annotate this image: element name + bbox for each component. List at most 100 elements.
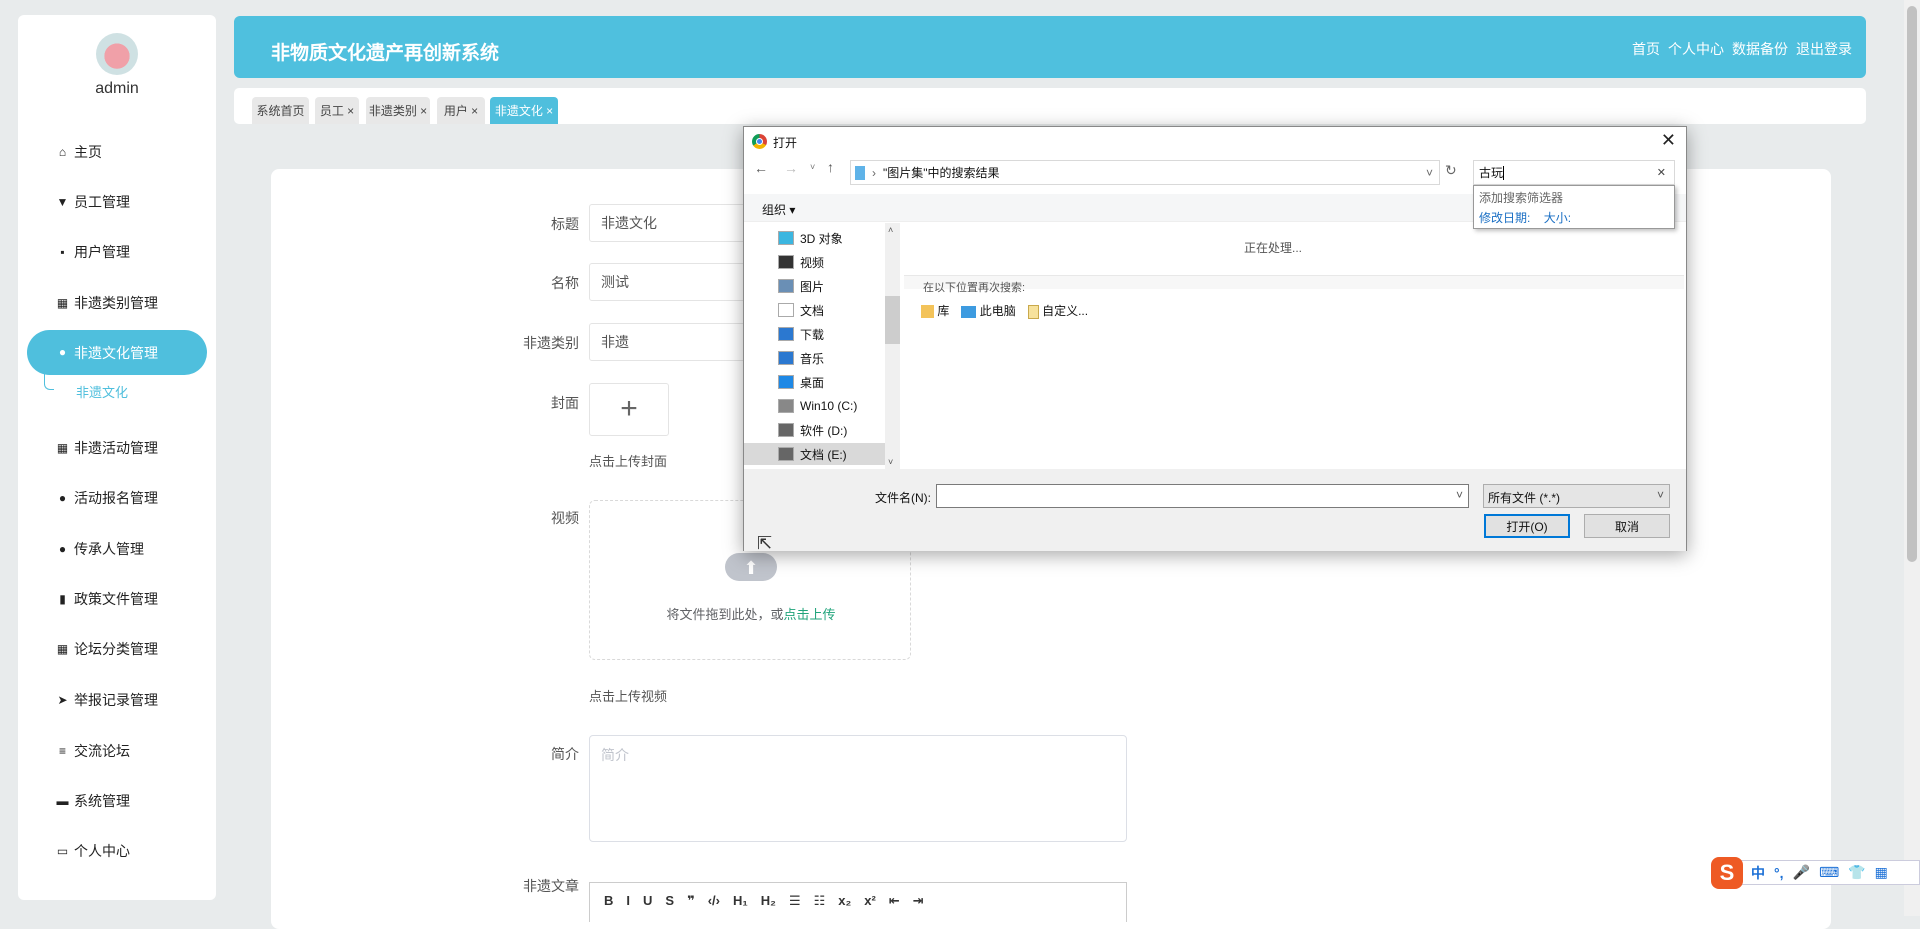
sidebar-item-4[interactable]: ● 非遗文化管理 [27, 330, 207, 375]
dropzone-text: 将文件拖到此处，或 [666, 607, 784, 622]
sidebar-item-11[interactable]: ≡ 交流论坛 [56, 740, 130, 762]
sidebar-item-8[interactable]: ▮ 政策文件管理 [56, 588, 158, 610]
link-profile[interactable]: 个人中心 [1668, 39, 1724, 59]
avatar[interactable] [96, 33, 138, 75]
tab-users[interactable]: 用户 × [437, 97, 485, 124]
ime-toolbar: S 中 °, 🎤 ⌨ 👕 ▦ [1711, 857, 1920, 889]
back-icon[interactable]: ← [754, 160, 768, 176]
location-this-pc[interactable]: 此电脑 [961, 302, 1016, 319]
nav-pane-item[interactable]: 文档 [778, 299, 824, 321]
nav-scrollbar[interactable]: ˄ ˅ [885, 223, 900, 469]
open-button[interactable]: 打开(O) [1484, 514, 1570, 538]
editor-tool-9[interactable]: ☷ [814, 893, 826, 909]
forward-icon[interactable]: → [784, 160, 798, 176]
nav-pane-item[interactable]: 软件 (D:) [778, 419, 847, 441]
keyboard-icon[interactable]: ⌨ [1819, 864, 1839, 881]
filename-input[interactable]: ˅ [936, 484, 1469, 508]
grid-icon: ▦ [56, 641, 69, 656]
folder-icon [778, 447, 794, 461]
rich-text-editor[interactable]: B I U S ❞ ‹/› H₁ H₂ ☰ ☷ x₂ x² ⇤ ⇥ [589, 882, 1127, 922]
sidebar-item-3[interactable]: ▦ 非遗类别管理 [56, 292, 158, 314]
category-select[interactable]: 非遗 [589, 323, 749, 361]
sidebar-item-6[interactable]: ● 活动报名管理 [56, 487, 158, 509]
location-custom[interactable]: 自定义... [1027, 302, 1088, 319]
intro-textarea[interactable]: 简介 [589, 735, 1127, 842]
editor-tool-3[interactable]: S [665, 893, 674, 909]
tabs-bar: 系统首页 员工 × 非遗类别 × 用户 × 非遗文化 × [234, 88, 1866, 124]
nav-pane-item[interactable]: 图片 [778, 275, 824, 297]
sidebar-item-9[interactable]: ▦ 论坛分类管理 [56, 638, 158, 660]
link-backup[interactable]: 数据备份 [1732, 39, 1788, 59]
ime-punctuation[interactable]: °, [1774, 865, 1784, 881]
up-icon[interactable]: ↑ [827, 159, 834, 175]
editor-tool-4[interactable]: ❞ [687, 893, 695, 909]
recent-dropdown-icon[interactable]: ˅ [810, 162, 815, 172]
page-scrollbar[interactable] [1904, 0, 1920, 916]
address-bar[interactable]: › "图片集"中的搜索结果 ˅ [850, 160, 1440, 185]
toolbox-icon[interactable]: ▦ [1875, 864, 1888, 881]
chrome-icon [752, 134, 767, 149]
nav-pane-label: 3D 对象 [800, 231, 843, 246]
filter-modified-date[interactable]: 修改日期: [1479, 211, 1530, 225]
nav-pane-label: 视频 [800, 255, 825, 270]
sidebar-item-0[interactable]: ⌂ 主页 [56, 141, 102, 163]
editor-tool-0[interactable]: B [604, 893, 613, 909]
editor-tool-12[interactable]: ⇤ [889, 893, 900, 909]
title-input[interactable]: 非遗文化 [589, 204, 749, 242]
editor-tool-11[interactable]: x² [864, 893, 876, 909]
tab-heritage-category[interactable]: 非遗类别 × [366, 97, 430, 124]
ime-chinese-mode[interactable]: 中 [1751, 863, 1765, 883]
cover-upload-button[interactable]: + [589, 383, 669, 436]
nav-pane-item[interactable]: 音乐 [778, 347, 824, 369]
sidebar-item-12[interactable]: ▬ 系统管理 [56, 790, 131, 812]
filetype-select[interactable]: 所有文件 (*.*) ˅ [1483, 484, 1670, 508]
close-icon[interactable]: ✕ [1661, 130, 1676, 151]
nav-pane-item[interactable]: 文档 (E:) [744, 443, 885, 465]
editor-tool-7[interactable]: H₂ [761, 893, 776, 909]
editor-tool-5[interactable]: ‹/› [708, 893, 720, 909]
editor-tool-13[interactable]: ⇥ [913, 893, 924, 909]
editor-tool-6[interactable]: H₁ [733, 893, 748, 909]
sidebar-item-label: 交流论坛 [74, 743, 130, 759]
nav-pane-label: 软件 (D:) [800, 423, 848, 438]
nav-pane-item[interactable]: 下载 [778, 323, 824, 345]
sidebar-subitem-heritage-culture[interactable]: 非遗文化 [76, 382, 128, 401]
nav-pane-item[interactable]: 桌面 [778, 371, 824, 393]
search-input[interactable]: 古玩 ✕ [1473, 160, 1675, 185]
skin-icon[interactable]: 👕 [1848, 864, 1865, 881]
editor-tool-1[interactable]: I [626, 893, 630, 909]
nav-pane-item[interactable]: Win10 (C:) [778, 395, 857, 417]
filter-size[interactable]: 大小: [1544, 211, 1571, 225]
link-home[interactable]: 首页 [1632, 39, 1660, 59]
name-input[interactable]: 测试 [589, 263, 749, 301]
sidebar-item-label: 传承人管理 [74, 541, 144, 557]
tab-staff[interactable]: 员工 × [315, 97, 359, 124]
click-upload-link[interactable]: 点击上传 [784, 607, 836, 622]
sidebar-item-7[interactable]: ● 传承人管理 [56, 538, 144, 560]
tab-system-home[interactable]: 系统首页 [252, 97, 309, 124]
sidebar-item-13[interactable]: ▭ 个人中心 [56, 840, 130, 862]
location-library[interactable]: 库 [921, 302, 949, 319]
chat-icon: ▪ [60, 244, 65, 259]
clear-search-icon[interactable]: ✕ [1657, 166, 1666, 179]
sidebar-item-10[interactable]: ➤ 举报记录管理 [56, 689, 158, 711]
nav-pane-item[interactable]: 3D 对象 [778, 227, 843, 249]
sidebar-item-5[interactable]: ▦ 非遗活动管理 [56, 437, 158, 459]
editor-tool-10[interactable]: x₂ [838, 893, 851, 909]
address-dropdown-icon[interactable]: ˅ [1426, 166, 1433, 180]
microphone-icon[interactable]: 🎤 [1793, 864, 1810, 881]
organize-button[interactable]: 组织 ▾ [762, 201, 795, 218]
editor-tool-2[interactable]: U [643, 893, 652, 909]
cancel-button[interactable]: 取消 [1584, 514, 1670, 538]
sidebar-item-2[interactable]: ▪ 用户管理 [56, 241, 130, 263]
link-logout[interactable]: 退出登录 [1796, 39, 1852, 59]
search-again-label: 在以下位置再次搜索: [923, 282, 1026, 294]
sogou-logo-icon[interactable]: S [1711, 857, 1743, 889]
nav-pane-item[interactable]: 视频 [778, 251, 824, 273]
tab-heritage-culture[interactable]: 非遗文化 × [490, 97, 558, 124]
send-icon: ➤ [57, 692, 68, 707]
editor-tool-8[interactable]: ☰ [789, 893, 801, 909]
refresh-icon[interactable]: ↻ [1445, 162, 1457, 179]
sidebar-item-1[interactable]: ▼ 员工管理 [56, 191, 130, 213]
briefcase-icon: ▬ [56, 793, 69, 808]
